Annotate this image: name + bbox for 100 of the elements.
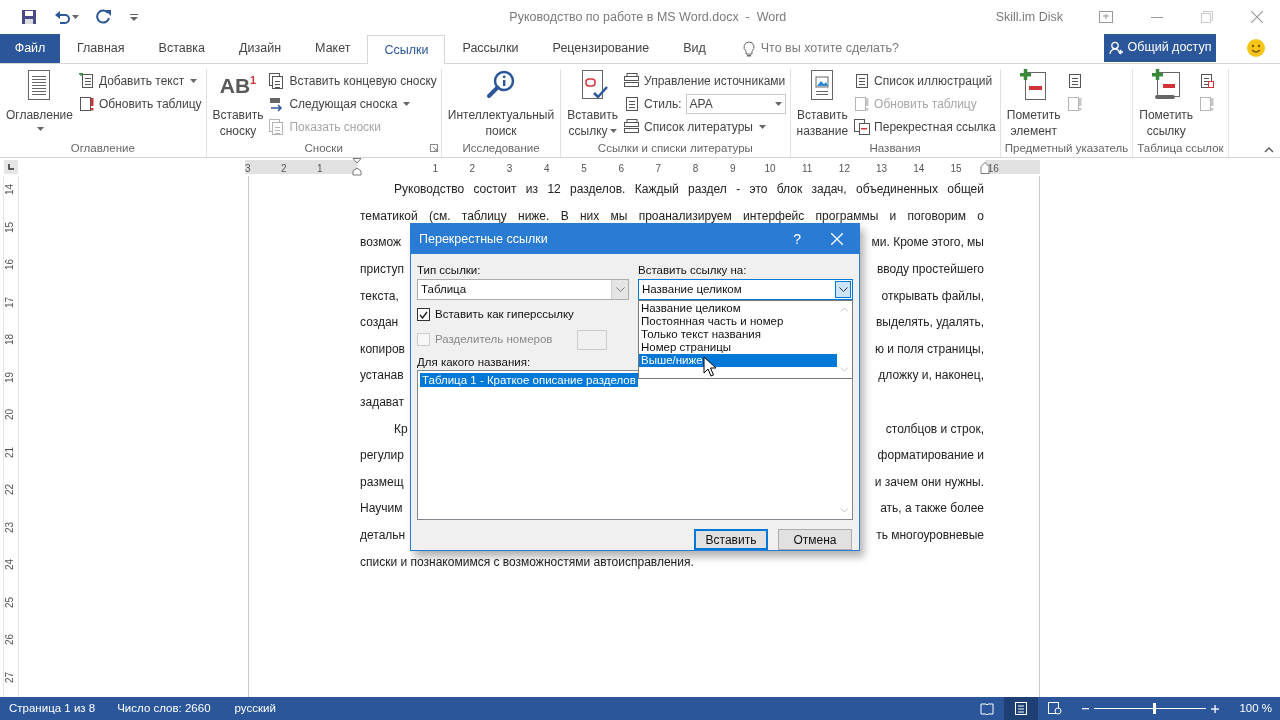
ribbon-tab[interactable]: Рассылки	[445, 34, 536, 63]
ruler-number: 5	[581, 162, 587, 176]
page-icon	[1066, 72, 1083, 89]
ribbon-tab[interactable]: Вставка	[141, 34, 223, 63]
ruler-number: 14	[913, 162, 925, 176]
ruler-number: 25	[3, 596, 17, 608]
ruler-number: 13	[876, 162, 888, 176]
field-label: Для какого названия:	[417, 355, 531, 369]
chevron-down-icon	[615, 287, 625, 292]
group-title: Предметный указатель	[1004, 141, 1129, 155]
ribbon-tab[interactable]: Рецензирование	[535, 34, 667, 63]
ribbon-tab[interactable]: Макет	[298, 34, 368, 63]
zoom-in-button[interactable]	[1209, 704, 1222, 713]
ribbon-tab[interactable]: Главная	[60, 34, 142, 63]
ribbon-tab[interactable]: Ссылки	[367, 35, 446, 64]
zoom-out-button[interactable]	[1080, 705, 1092, 712]
ribbon-tab[interactable]: Вид	[666, 34, 723, 63]
paragraph-line: вводу простейшего	[876, 261, 984, 279]
slider-thumb[interactable]	[1152, 703, 1156, 714]
ribbon-button[interactable]: Вставить название	[794, 69, 851, 139]
close-button[interactable]	[829, 231, 845, 247]
caret-icon	[758, 124, 766, 129]
dropdown-option[interactable]: Название целиком	[639, 302, 837, 315]
zoom-level[interactable]: 100 %	[1239, 699, 1272, 718]
ribbon-button[interactable]: Управление источниками	[624, 69, 786, 92]
ribbon-button[interactable]: Следующая сноска	[269, 92, 437, 115]
ribbon-button[interactable]: Оглавление	[4, 69, 75, 131]
tell-me-field[interactable]: Что вы хотите сделать?	[760, 39, 941, 58]
ribbon-button[interactable]: AB$^{1}$ Вставить сноску	[210, 69, 266, 139]
person-plus-icon	[1108, 40, 1123, 55]
paragraph-line: устанав	[360, 367, 404, 385]
scroll-down-icon	[840, 367, 849, 372]
group-title: Таблица ссылок	[1137, 141, 1224, 155]
page-alert-icon	[854, 95, 871, 112]
paragraph-line: и зачем они нужны.	[874, 473, 984, 491]
scroll-plus-minus-icon	[1150, 69, 1183, 101]
ribbon-button[interactable]: Вставить концевую сноску	[269, 69, 437, 92]
undo-icon	[54, 9, 70, 25]
style-dropdown[interactable]: APA	[685, 93, 786, 114]
ribbon-button[interactable]: Пометить элемент	[1004, 69, 1063, 139]
page-icon	[624, 95, 641, 112]
reference-type-dropdown[interactable]: Таблица	[417, 279, 629, 300]
plus-icon	[1211, 704, 1220, 713]
account-name[interactable]: Skill.im Disk	[995, 7, 1063, 27]
ruler-number: 26	[3, 633, 17, 646]
word-count[interactable]: Число слов: 2660	[117, 699, 211, 718]
ribbon-button[interactable]: Добавить текст	[78, 69, 202, 92]
ruler-number: 1	[432, 162, 438, 176]
ruler-number: 4	[544, 162, 550, 176]
smiley-icon	[1246, 37, 1266, 58]
paragraph-line: ать, а также более	[880, 500, 984, 518]
paragraph-line: дложку и, наконец,	[878, 367, 984, 385]
view-button[interactable]	[1004, 697, 1039, 720]
paragraph-line: выделять, удалять,	[875, 314, 984, 332]
dropdown-option[interactable]: Номер страницы	[639, 341, 837, 354]
group-title: Исследование	[462, 141, 540, 155]
group-title: Сноски	[304, 141, 343, 155]
dialog-button[interactable]: Вставить	[694, 529, 768, 550]
page-icon	[854, 72, 871, 89]
caption-list[interactable]: Таблица 1 - Краткое описание разделов	[417, 370, 853, 520]
list-item[interactable]: Таблица 1 - Краткое описание разделов	[420, 373, 638, 387]
tab-selector-icon[interactable]	[4, 160, 18, 174]
dialog-button[interactable]: Отмена	[778, 529, 852, 550]
language[interactable]: русский	[234, 699, 276, 718]
reference-target-dropdown[interactable]: Название целиком	[638, 279, 853, 300]
paragraph-line: регулир	[360, 447, 404, 465]
scroll-down-icon	[840, 508, 849, 513]
ruler-number: 16	[987, 162, 999, 176]
checkbox[interactable]	[417, 308, 430, 321]
page-layout-icon	[1015, 702, 1028, 715]
page-count[interactable]: Страница 1 из 8	[9, 699, 96, 718]
help-button[interactable]: ?	[793, 228, 801, 250]
share-button[interactable]: Общий доступ	[1104, 33, 1216, 62]
ruler-number: 2	[469, 162, 476, 176]
scroll-up-icon	[840, 307, 849, 312]
ribbon-button[interactable]: Вставить ссылку	[565, 69, 621, 139]
ribbon-tab[interactable]: Файл	[0, 34, 60, 63]
ribbon-button[interactable]: Список литературы	[624, 115, 786, 138]
web-layout-icon	[1048, 702, 1063, 715]
dropdown-option[interactable]: Только текст названия	[639, 328, 837, 341]
ruler-number: 3	[245, 162, 251, 176]
footnote-glyph: AB$^{1}$	[219, 72, 257, 99]
group-title: Оглавление	[70, 141, 135, 155]
close-button[interactable]	[1249, 9, 1265, 25]
ribbon-button[interactable]: Пометить ссылку	[1137, 69, 1196, 139]
ribbon-button[interactable]: Перекрестная ссылка	[854, 115, 996, 138]
ruler-number: 18	[3, 333, 17, 346]
dropdown-option[interactable]: Выше/ниже	[639, 354, 837, 367]
ribbon-button[interactable]: Список иллюстраций	[854, 69, 996, 92]
ruler-number: 22	[3, 483, 17, 496]
paragraph-line: размещ	[360, 473, 404, 491]
zoom-slider[interactable]	[1094, 703, 1207, 714]
ribbon-options-button[interactable]	[1097, 9, 1115, 25]
ruler-number: 16	[3, 258, 17, 271]
dropdown-option[interactable]: Постоянная часть и номер	[639, 315, 837, 328]
ribbon-tab[interactable]: Дизайн	[222, 34, 299, 63]
ribbon-button[interactable]: Обновить таблицу	[78, 92, 202, 115]
paragraph-line: Кр	[393, 420, 408, 438]
ribbon-button[interactable]: Интеллектуальный поиск	[445, 69, 557, 139]
ruler-number: 17	[3, 296, 17, 308]
